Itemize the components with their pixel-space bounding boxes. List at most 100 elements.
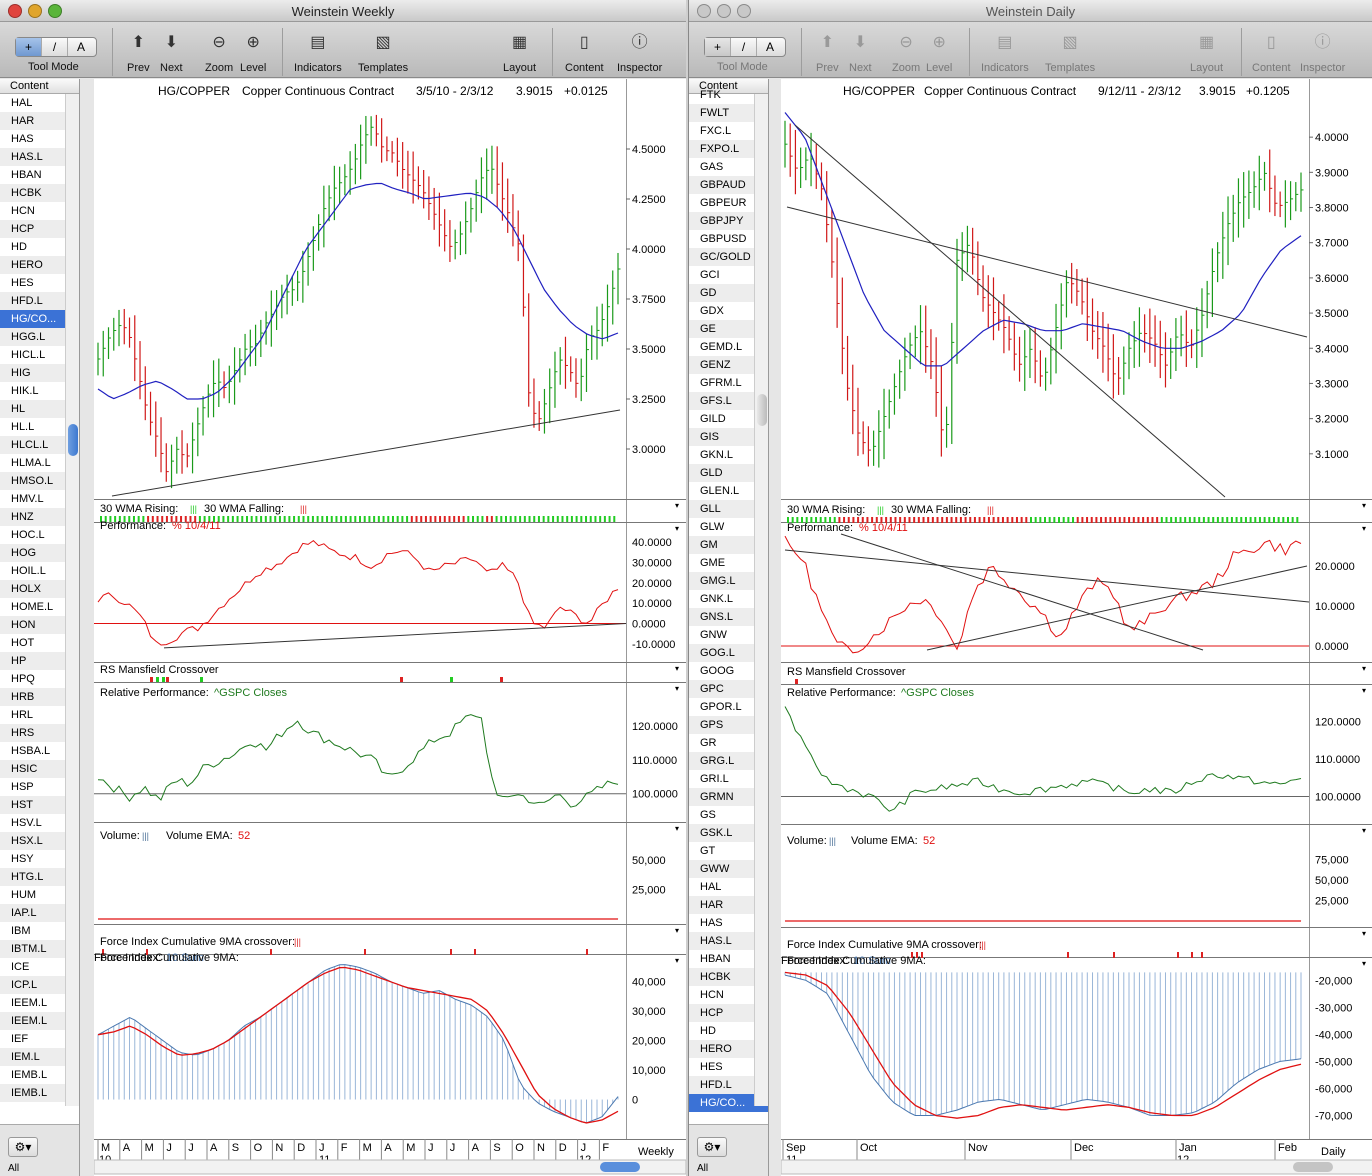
price-tick-label: 3.2500 bbox=[632, 394, 666, 406]
line-tool-button[interactable]: / bbox=[42, 38, 68, 56]
all-filter-label[interactable]: All bbox=[697, 1163, 708, 1174]
templates-button[interactable]: ▧ Templates bbox=[358, 30, 408, 74]
indicators-icon: ▤ bbox=[997, 34, 1013, 51]
window-title: Weinstein Daily bbox=[985, 4, 1076, 19]
wma-tick bbox=[1128, 517, 1131, 523]
layout-button[interactable]: ▦ Layout bbox=[503, 30, 536, 74]
scroll-knob[interactable] bbox=[757, 394, 767, 426]
panel-menu-icon: ▾ bbox=[675, 824, 679, 833]
month-label: Dec bbox=[1074, 1142, 1094, 1154]
indicators-button[interactable]: ▤ Indicators bbox=[981, 30, 1029, 74]
layout-icon: ▦ bbox=[1198, 34, 1215, 51]
force-crossover-label: Force Index Cumulative 9MA crossover: bbox=[787, 939, 982, 951]
text-tool-button[interactable]: A bbox=[68, 38, 94, 56]
wma-tick bbox=[594, 516, 597, 522]
wma-tick bbox=[1118, 517, 1121, 523]
templates-button[interactable]: ▧ Templates bbox=[1045, 30, 1095, 74]
layout-button[interactable]: ▦ Layout bbox=[1190, 30, 1223, 74]
wma-tick bbox=[978, 517, 981, 523]
line-tool-button[interactable]: / bbox=[731, 38, 757, 56]
wma-tick bbox=[1263, 517, 1266, 523]
wma-tick bbox=[1137, 517, 1140, 523]
force-crossover-mark bbox=[1191, 952, 1193, 958]
content-button[interactable]: ▯ Content bbox=[1252, 30, 1291, 74]
chart-area[interactable]: HG/COPPER Copper Continuous Contract 9/12/… bbox=[781, 79, 1372, 1176]
chart-symbol: HG/COPPER bbox=[158, 84, 230, 98]
wma-tick bbox=[575, 516, 578, 522]
volume-ema-value: 52 bbox=[923, 835, 935, 847]
wma-tick bbox=[556, 516, 559, 522]
next-button[interactable]: ⬇ Next bbox=[849, 30, 872, 74]
zoom-button[interactable]: ⊖ Zoom bbox=[892, 30, 920, 74]
all-filter-label[interactable]: All bbox=[8, 1163, 19, 1174]
inspector-button[interactable]: ⓘ Inspector bbox=[617, 30, 662, 74]
wma-tick bbox=[1072, 517, 1075, 523]
price-tick-label: 3.7500 bbox=[632, 294, 666, 306]
wma-tick bbox=[278, 516, 281, 522]
month-label: D bbox=[559, 1142, 567, 1154]
level-button[interactable]: ⊕ Level bbox=[240, 30, 266, 74]
content-button[interactable]: ▯ Content bbox=[565, 30, 604, 74]
prev-button[interactable]: ⬆ Prev bbox=[816, 30, 839, 74]
wma-tick bbox=[1062, 517, 1065, 523]
force-crossover-icon: ||| bbox=[979, 940, 986, 950]
wma-tick bbox=[401, 516, 404, 522]
rs-crossover-mark bbox=[500, 677, 503, 682]
sidebar-scrollbar[interactable] bbox=[65, 94, 79, 1106]
wma-tick bbox=[908, 517, 911, 523]
scroll-knob[interactable] bbox=[68, 424, 78, 456]
next-button[interactable]: ⬇ Next bbox=[160, 30, 183, 74]
wma-tick bbox=[1179, 517, 1182, 523]
wma-tick bbox=[236, 516, 239, 522]
wma-tick bbox=[462, 516, 465, 522]
wma-tick bbox=[1174, 517, 1177, 523]
indicators-button[interactable]: ▤ Indicators bbox=[294, 30, 342, 74]
wma-tick bbox=[1011, 517, 1014, 523]
sidebar-scrollbar[interactable] bbox=[754, 94, 768, 1106]
performance-tick-label: 0.0000 bbox=[1315, 641, 1349, 653]
relative-tick-label: 120.0000 bbox=[632, 721, 678, 733]
wma-tick bbox=[439, 516, 442, 522]
force-index-tick-label: 10,000 bbox=[632, 1065, 666, 1077]
horizontal-scroll-knob bbox=[600, 1162, 640, 1172]
content-header[interactable]: Content bbox=[0, 79, 79, 94]
price-tick-label: 4.0000 bbox=[1315, 132, 1349, 144]
prev-button[interactable]: ⬆ Prev bbox=[127, 30, 150, 74]
wma-tick bbox=[269, 516, 272, 522]
rs-crossover-mark bbox=[162, 677, 165, 682]
wma-tick bbox=[1226, 517, 1229, 523]
chart-area[interactable]: HG/COPPER Copper Continuous Contract 3/5/1… bbox=[94, 79, 686, 1176]
wma-tick bbox=[528, 516, 531, 522]
tool-mode-selector[interactable]: + / A bbox=[704, 37, 786, 57]
wma-tick bbox=[406, 516, 409, 522]
crosshair-tool-button[interactable]: + bbox=[16, 38, 42, 56]
zoom-button[interactable]: ⊖ Zoom bbox=[205, 30, 233, 74]
inspector-button[interactable]: ⓘ Inspector bbox=[1300, 30, 1345, 74]
level-button[interactable]: ⊕ Level bbox=[926, 30, 952, 74]
gear-icon[interactable]: ⚙▾ bbox=[697, 1137, 727, 1157]
crosshair-tool-button[interactable]: + bbox=[705, 38, 731, 56]
force-crossover-mark bbox=[450, 949, 452, 955]
wma-tick bbox=[354, 516, 357, 522]
wma-tick bbox=[504, 516, 507, 522]
panel-menu-icon: ▾ bbox=[675, 956, 679, 965]
chart-change: +0.1205 bbox=[1246, 84, 1290, 98]
wma-tick bbox=[1282, 517, 1285, 523]
month-label: J bbox=[428, 1142, 434, 1154]
force-crossover-mark bbox=[1067, 952, 1069, 958]
price-tick-label: 4.2500 bbox=[632, 194, 666, 206]
tool-mode-selector[interactable]: + / A bbox=[15, 37, 97, 57]
wma-tick bbox=[476, 516, 479, 522]
wma-tick bbox=[326, 516, 329, 522]
price-tick-label: 4.0000 bbox=[632, 244, 666, 256]
month-label: Jan bbox=[1179, 1142, 1197, 1154]
wma-tick bbox=[964, 517, 967, 523]
text-tool-button[interactable]: A bbox=[757, 38, 783, 56]
gear-icon[interactable]: ⚙▾ bbox=[8, 1137, 38, 1157]
force-crossover-mark bbox=[364, 949, 366, 955]
wma-tick bbox=[1272, 517, 1275, 523]
wma-tick bbox=[1193, 517, 1196, 523]
volume-tick-label: 25,000 bbox=[1315, 895, 1349, 907]
price-tick-label: 3.7000 bbox=[1315, 238, 1349, 250]
wma-tick bbox=[1160, 517, 1163, 523]
